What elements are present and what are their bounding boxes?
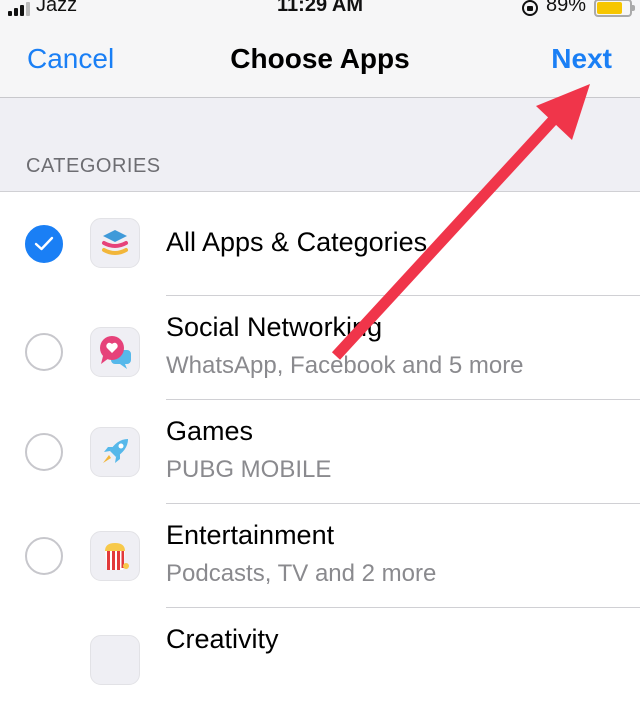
category-row-social[interactable]: Social Networking WhatsApp, Facebook and… [0,296,640,400]
layers-icon [90,218,140,268]
category-subtitle: WhatsApp, Facebook and 5 more [166,352,524,379]
rotation-lock-icon [521,0,538,16]
status-right: 89% [521,0,635,17]
rocket-icon [90,427,140,477]
radio-unchecked[interactable] [25,537,63,575]
category-row-all[interactable]: All Apps & Categories [0,192,640,296]
category-label: Games [166,416,254,446]
battery-fill [597,1,622,14]
battery-percent: 89% [545,0,586,16]
category-row-creativity[interactable]: Creativity [0,608,640,712]
category-label: Social Networking [166,312,383,342]
radio-checked[interactable] [25,225,63,263]
checkmark-icon [34,236,54,251]
section-header-area: CATEGORIES [0,98,640,192]
category-label: All Apps & Categories [166,227,428,257]
chat-heart-icon [90,327,140,377]
section-header: CATEGORIES [26,155,161,177]
battery-icon [594,0,635,17]
category-label: Entertainment [166,520,335,550]
next-button[interactable]: Next [551,43,612,75]
category-subtitle: Podcasts, TV and 2 more [166,560,437,587]
creativity-icon [90,635,140,685]
category-subtitle: PUBG MOBILE [166,456,332,483]
radio-unchecked[interactable] [25,333,63,371]
navigation-bar: Cancel Choose Apps Next [0,22,640,98]
radio-unchecked[interactable] [25,433,63,471]
status-bar: Jazz 11:29 AM 89% [0,0,640,22]
cancel-button[interactable]: Cancel [27,43,114,75]
popcorn-icon [90,531,140,581]
category-row-entertainment[interactable]: Entertainment Podcasts, TV and 2 more [0,504,640,608]
category-list: All Apps & Categories Social Networking … [0,192,640,712]
category-row-games[interactable]: Games PUBG MOBILE [0,400,640,504]
